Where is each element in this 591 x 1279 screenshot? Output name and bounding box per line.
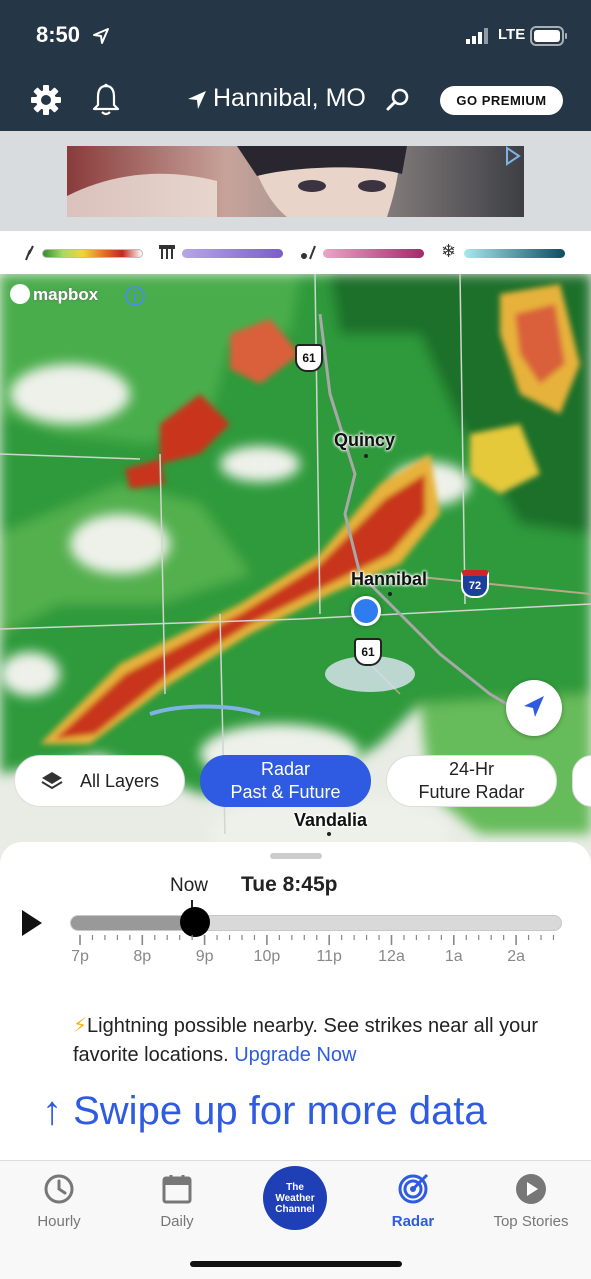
sleet-icon	[301, 245, 316, 260]
tab-radar[interactable]: Radar	[354, 1161, 472, 1241]
hour-label: 2a	[507, 948, 525, 965]
future-chip-label: 24-Hr	[448, 759, 494, 779]
timeline-track[interactable]	[70, 915, 562, 931]
settings-gear-icon[interactable]	[30, 84, 62, 116]
us-route-61-shield: 61	[295, 344, 323, 372]
current-time-label: Tue 8:45p	[241, 873, 338, 896]
the-weather-channel-logo-button[interactable]: The Weather Channel	[263, 1166, 327, 1230]
sheet-drag-handle[interactable]	[270, 853, 322, 859]
tab-top-stories[interactable]: Top Stories	[472, 1161, 590, 1241]
ad-banner-area	[0, 131, 591, 231]
ice-scale	[323, 249, 424, 258]
lightning-bolt-icon: ⚡	[73, 1015, 88, 1037]
app-header: 8:50 LTE Hannibal, MO GO PREMIUM	[0, 0, 591, 131]
signal-icon	[466, 28, 488, 44]
layers-icon	[41, 772, 63, 790]
interstate-72-shield: 72	[461, 570, 489, 598]
snow-scale	[464, 249, 565, 258]
timeline-scrubber-handle[interactable]	[180, 907, 211, 937]
play-icon[interactable]	[21, 909, 43, 937]
location-arrow-icon	[188, 91, 206, 109]
bottom-tab-bar: Hourly Daily The Weather Channel Radar T…	[0, 1160, 591, 1279]
map-info-icon[interactable]	[124, 285, 146, 307]
location-services-icon	[93, 28, 109, 44]
hour-label: 8p	[133, 948, 152, 965]
go-premium-button[interactable]: GO PREMIUM	[440, 86, 563, 115]
hour-label: 12a	[378, 948, 405, 965]
radar-legend: ❄	[0, 231, 591, 274]
home-indicator	[190, 1261, 402, 1267]
rain-scale	[42, 249, 143, 258]
city-label-quincy: Quincy	[334, 430, 396, 450]
tab-label: Radar	[391, 1213, 435, 1230]
recenter-location-button[interactable]	[506, 680, 562, 736]
upgrade-now-link[interactable]: Upgrade Now	[234, 1044, 356, 1066]
city-dot	[327, 832, 331, 836]
radar-icon	[398, 1173, 429, 1204]
timeline-sheet: Now Tue 8:45p 7p 8p 9p 10p 11p 12a 1a 2a ⚡Light…	[0, 842, 591, 1162]
twc-logo-text: The Weather Channel	[275, 1181, 315, 1215]
city-label-hannibal: Hannibal	[351, 569, 428, 589]
notifications-bell-icon[interactable]	[90, 83, 122, 117]
mix-icon	[159, 245, 175, 259]
tab-label: Hourly	[37, 1213, 81, 1230]
tab-label: Daily	[160, 1213, 194, 1230]
mix-scale	[182, 249, 283, 258]
radar-chip-sublabel: Past & Future	[230, 782, 341, 802]
future-chip-sublabel: Future Radar	[418, 782, 525, 802]
mapbox-logo: mapbox	[10, 284, 98, 305]
snow-icon: ❄	[441, 241, 457, 261]
lightning-alert: ⚡Lightning possible nearby. See strikes …	[73, 1012, 543, 1070]
navigation-arrow-icon	[524, 696, 544, 717]
search-icon[interactable]	[386, 88, 410, 112]
all-layers-button[interactable]: All Layers	[14, 755, 185, 807]
clock-icon	[44, 1174, 74, 1204]
tab-daily[interactable]: Daily	[118, 1161, 236, 1241]
city-label-vandalia: Vandalia	[294, 810, 368, 830]
now-label: Now	[170, 875, 209, 896]
city-dot	[364, 454, 368, 458]
timeline-ticks	[79, 935, 555, 945]
all-layers-label: All Layers	[79, 770, 160, 791]
user-location-dot	[351, 596, 381, 626]
play-circle-icon	[516, 1174, 546, 1204]
city-dot	[388, 592, 392, 596]
radar-past-future-button[interactable]: Radar Past & Future	[200, 755, 371, 807]
us-route-61-shield: 61	[354, 638, 382, 666]
calendar-icon	[162, 1175, 192, 1204]
hour-label: 10p	[253, 948, 281, 965]
location-name[interactable]: Hannibal, MO	[213, 84, 366, 113]
radar-chip-label: Radar	[260, 759, 311, 779]
hour-label: 1a	[444, 948, 463, 965]
tab-hourly[interactable]: Hourly	[0, 1161, 118, 1241]
hour-label: 11p	[316, 948, 342, 965]
future-radar-button[interactable]: 24-Hr Future Radar	[386, 755, 557, 807]
hour-label: 9p	[195, 948, 214, 965]
swipe-up-prompt[interactable]: ↑ Swipe up for more data	[42, 1089, 487, 1134]
timeline-progress	[71, 916, 196, 930]
tab-label: Top Stories	[493, 1213, 569, 1230]
battery-icon	[530, 26, 567, 46]
hour-label: 7p	[71, 948, 89, 965]
status-time: 8:50	[36, 22, 81, 47]
network-type: LTE	[498, 26, 526, 43]
ad-banner-image[interactable]	[67, 146, 524, 217]
rain-icon	[25, 245, 34, 261]
